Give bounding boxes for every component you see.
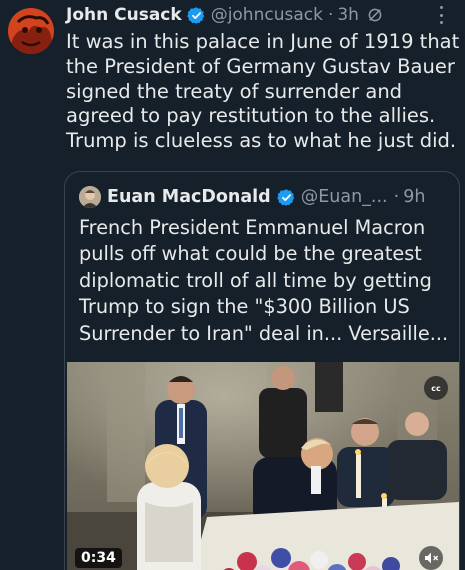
quoted-tweet-text: French President Emmanuel Macron pulls o… <box>79 215 454 347</box>
quoted-text-line: Trump to sign the "$300 Billion US <box>79 295 410 319</box>
quoted-tweet-header: Euan MacDonald @Euan_... · 9h <box>79 184 425 210</box>
closed-captions-button[interactable]: cc <box>424 376 448 400</box>
video-frame <box>67 362 459 570</box>
quoted-text-line: French President Emmanuel Macron <box>79 216 426 239</box>
verified-badge-icon <box>276 188 294 206</box>
tweet-text: It was in this palace in June of 1919 th… <box>66 30 461 154</box>
quoted-avatar-art <box>79 186 101 208</box>
quoted-tweet[interactable]: Euan MacDonald @Euan_... · 9h French Pre… <box>64 171 460 570</box>
edit-icon[interactable] <box>366 6 384 24</box>
tweet-text-line: signed the treaty of surrender and <box>66 79 403 103</box>
video-player[interactable]: cc 0:34 <box>67 362 459 570</box>
quoted-timestamp[interactable]: 9h <box>403 187 425 207</box>
video-duration: 0:34 <box>75 548 122 568</box>
speaker-muted-icon[interactable] <box>419 546 443 570</box>
tweet-text-line: It was in this palace in June of 1919 th… <box>66 30 460 53</box>
quoted-author-name[interactable]: Euan MacDonald <box>107 187 271 207</box>
separator-dot: · <box>393 187 400 207</box>
tweet-text-line: agreed to pay restitution to the allies. <box>66 104 436 128</box>
avatar-art <box>8 8 54 54</box>
quoted-text-line: Surrender to Iran" deal in... Versaille.… <box>79 321 449 345</box>
author-handle[interactable]: @johncusack <box>211 5 323 25</box>
tweet-text-line: the President of Germany Gustav Bauer <box>66 54 455 78</box>
more-icon[interactable] <box>431 6 451 24</box>
quoted-text-line: diplomatic troll of all time by getting <box>79 268 432 292</box>
author-avatar[interactable] <box>8 8 54 54</box>
tweet[interactable]: John Cusack @johncusack · 3h It was in t… <box>0 0 465 570</box>
verified-badge-icon <box>186 6 204 24</box>
quoted-author-handle[interactable]: @Euan_... <box>301 187 388 207</box>
tweet-text-line: Trump is clueless as to what he just did… <box>66 129 457 153</box>
quoted-author-avatar[interactable] <box>79 186 101 208</box>
separator-dot: · <box>327 5 334 25</box>
quoted-text-line: pulls off what could be the greatest <box>79 242 422 266</box>
timestamp[interactable]: 3h <box>337 5 359 25</box>
tweet-header: John Cusack @johncusack · 3h <box>66 2 384 28</box>
author-name[interactable]: John Cusack <box>66 5 182 25</box>
mute-glyph <box>425 552 439 564</box>
